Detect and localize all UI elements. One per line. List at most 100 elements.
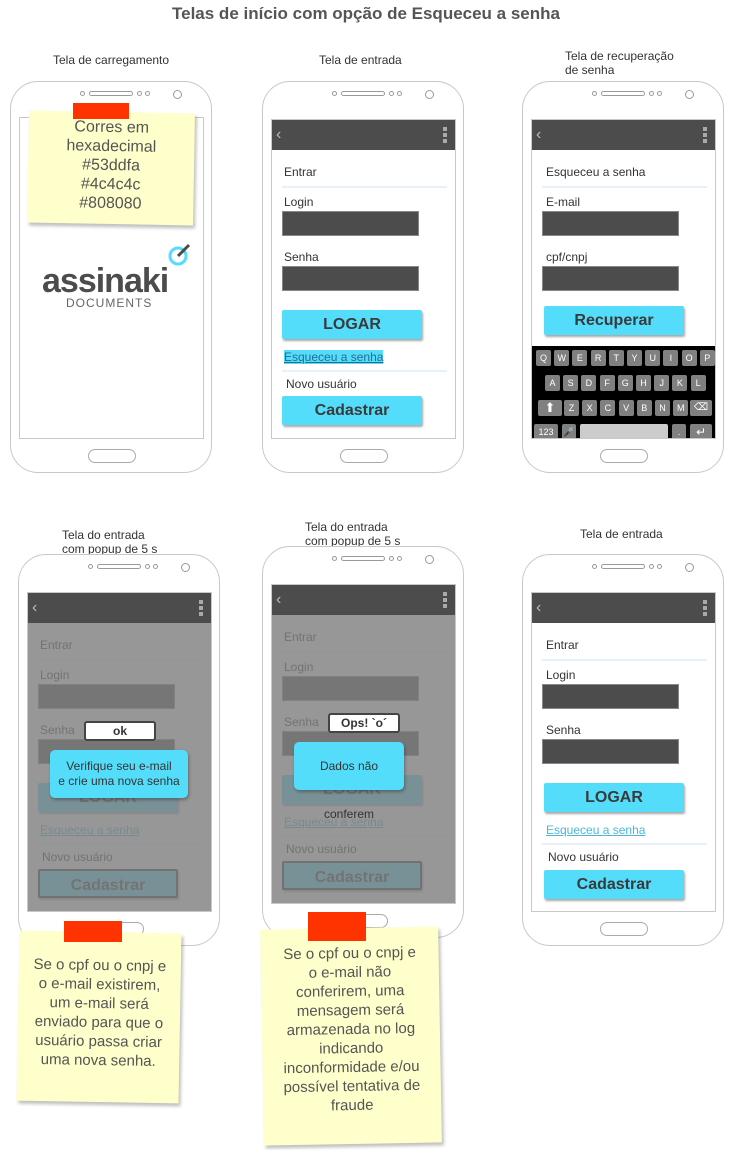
home-button[interactable] bbox=[88, 449, 136, 463]
sensor-dot bbox=[137, 91, 142, 96]
caption-line: Tela do entrada bbox=[305, 520, 388, 534]
screen-recovery: ‹ Esqueceu a senha E-mail cpf/cnpj Recup… bbox=[531, 119, 716, 439]
recover-button[interactable]: Recuperar bbox=[544, 306, 684, 335]
login-button[interactable]: LOGAR bbox=[544, 783, 684, 812]
key-o[interactable]: O bbox=[681, 350, 697, 366]
caption-recovery-screen: Tela de recuperação de senha bbox=[565, 49, 674, 77]
sticky-note-colors: Corres em hexadecimal #53ddfa #4c4c4c #8… bbox=[27, 110, 195, 226]
key-j[interactable]: J bbox=[654, 375, 670, 391]
popup-ok-button[interactable]: Ops! `o´ bbox=[328, 713, 400, 733]
sensor-dot bbox=[592, 564, 597, 569]
key-l[interactable]: L bbox=[690, 375, 706, 391]
screen-popup-success: ‹ Entrar Login Senha LOGAR Esqueceu a se… bbox=[27, 592, 212, 912]
page-title: Telas de início com opção de Esqueceu a … bbox=[172, 4, 560, 23]
enter-key-icon[interactable]: ↵ bbox=[690, 424, 712, 438]
key-z[interactable]: Z bbox=[564, 400, 579, 416]
login-input[interactable] bbox=[282, 211, 419, 236]
popup-ok-button[interactable]: ok bbox=[84, 721, 156, 741]
shift-key-icon[interactable]: ⬆ bbox=[538, 400, 562, 416]
phone-recovery: ‹ Esqueceu a senha E-mail cpf/cnpj Recup… bbox=[522, 81, 724, 473]
key-c[interactable]: C bbox=[600, 400, 616, 416]
note-line: fraude bbox=[330, 1096, 374, 1115]
note-line: possível tentativa de bbox=[283, 1076, 421, 1097]
home-button[interactable] bbox=[600, 922, 648, 936]
back-arrow-icon[interactable]: ‹ bbox=[32, 598, 37, 618]
key-v[interactable]: V bbox=[618, 400, 634, 416]
note-line: Se o cpf ou o cnpj e bbox=[283, 943, 416, 964]
key-b[interactable]: B bbox=[636, 400, 652, 416]
key-d[interactable]: D bbox=[581, 375, 597, 391]
overflow-menu-icon[interactable] bbox=[703, 127, 707, 145]
register-button[interactable]: Cadastrar bbox=[544, 870, 684, 899]
key-t[interactable]: T bbox=[608, 350, 624, 366]
sensor-dot bbox=[145, 91, 150, 96]
login-header: Entrar bbox=[546, 638, 579, 652]
forgot-password-link[interactable]: Esqueceu a senha bbox=[546, 823, 645, 837]
back-arrow-icon[interactable]: ‹ bbox=[536, 598, 541, 618]
overflow-menu-icon[interactable] bbox=[443, 592, 447, 610]
overflow-menu-icon[interactable] bbox=[703, 600, 707, 618]
backspace-key-icon[interactable]: ⌫ bbox=[690, 400, 712, 416]
numeric-key[interactable]: 123 bbox=[534, 424, 558, 438]
key-f[interactable]: F bbox=[599, 375, 615, 391]
microphone-key-icon[interactable]: 🎤 bbox=[562, 424, 576, 438]
caption-popup-success-screen: Tela do entrada com popup de 5 s bbox=[62, 528, 157, 556]
key-e[interactable]: E bbox=[572, 350, 588, 366]
sticky-note-success: Se o cpf ou o cnpj eo e-mail existirem, u… bbox=[16, 930, 182, 1104]
back-arrow-icon[interactable]: ‹ bbox=[536, 125, 541, 145]
back-arrow-icon[interactable]: ‹ bbox=[276, 125, 281, 145]
key-r[interactable]: R bbox=[590, 350, 606, 366]
key-x[interactable]: X bbox=[582, 400, 598, 416]
caption-line: Tela de recuperação bbox=[565, 49, 674, 63]
new-user-label: Novo usuário bbox=[286, 377, 357, 391]
password-input[interactable] bbox=[542, 739, 679, 764]
divider bbox=[542, 186, 707, 188]
key-q[interactable]: Q bbox=[536, 350, 551, 366]
key-w[interactable]: W bbox=[554, 350, 570, 366]
login-input[interactable] bbox=[542, 684, 679, 709]
caption-line: Tela do entrada bbox=[62, 528, 145, 542]
key-u[interactable]: U bbox=[645, 350, 661, 366]
login-button[interactable]: LOGAR bbox=[282, 310, 422, 339]
password-input[interactable] bbox=[282, 266, 419, 291]
camera-icon bbox=[425, 555, 434, 564]
caption-popup-error-screen: Tela do entrada com popup de 5 s bbox=[305, 520, 400, 548]
speaker-grille bbox=[341, 91, 385, 96]
key-g[interactable]: G bbox=[617, 375, 633, 391]
logo-subtitle: DOCUMENTS bbox=[66, 296, 153, 310]
key-h[interactable]: H bbox=[636, 375, 651, 391]
key-m[interactable]: M bbox=[673, 400, 689, 416]
key-p[interactable]: P bbox=[699, 350, 715, 366]
key-s[interactable]: S bbox=[563, 375, 579, 391]
overflow-menu-icon[interactable] bbox=[443, 127, 447, 145]
password-label: Senha bbox=[284, 250, 319, 264]
key-k[interactable]: K bbox=[672, 375, 688, 391]
note-tape bbox=[64, 921, 122, 942]
document-input[interactable] bbox=[542, 266, 679, 291]
app-bar: ‹ bbox=[532, 593, 715, 623]
email-input[interactable] bbox=[542, 211, 679, 236]
recovery-header: Esqueceu a senha bbox=[546, 165, 646, 179]
camera-icon bbox=[685, 563, 694, 572]
key-i[interactable]: I bbox=[663, 350, 679, 366]
logo-pen-icon bbox=[168, 243, 191, 266]
sensor-dot bbox=[389, 556, 394, 561]
popup-error-message: Dados não conferem bbox=[294, 742, 404, 821]
back-arrow-icon[interactable]: ‹ bbox=[276, 590, 281, 610]
document-label: cpf/cnpj bbox=[546, 250, 588, 264]
register-button[interactable]: Cadastrar bbox=[282, 396, 422, 425]
home-button[interactable] bbox=[340, 449, 388, 463]
home-button[interactable] bbox=[600, 449, 648, 463]
key-y[interactable]: Y bbox=[627, 350, 642, 366]
overflow-menu-icon[interactable] bbox=[199, 600, 203, 618]
forgot-password-link[interactable]: Esqueceu a senha bbox=[284, 350, 384, 364]
caption-line: de senha bbox=[565, 63, 615, 77]
key-n[interactable]: N bbox=[655, 400, 670, 416]
sensor-dot bbox=[332, 91, 337, 96]
space-key[interactable] bbox=[580, 424, 668, 438]
divider bbox=[542, 843, 707, 845]
app-bar: ‹ bbox=[272, 120, 455, 150]
key-a[interactable]: A bbox=[545, 375, 560, 391]
phone-login-final: ‹ Entrar Login Senha LOGAR Esqueceu a se… bbox=[522, 554, 724, 946]
period-key[interactable]: . bbox=[672, 424, 686, 438]
